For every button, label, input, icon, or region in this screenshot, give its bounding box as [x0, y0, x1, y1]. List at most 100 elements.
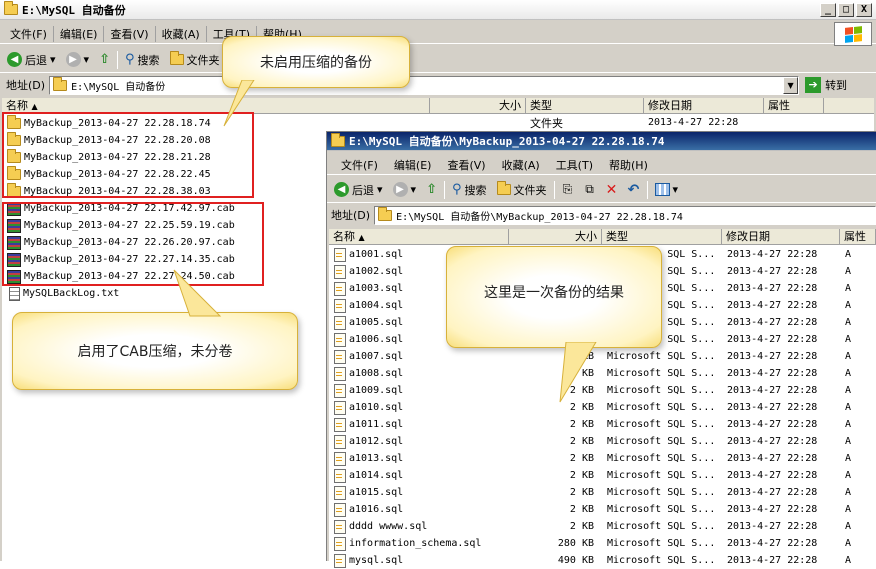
file-type-cell: Microsoft SQL S... — [607, 351, 716, 362]
folders-button[interactable]: 文件夹 — [494, 181, 550, 198]
list-item-txt[interactable]: MySQLBackLog.txt — [9, 285, 119, 302]
chevron-down-icon[interactable]: ▾ — [411, 183, 417, 196]
column-name[interactable]: 名称 ▲ — [2, 98, 430, 113]
go-arrow-icon: ➔ — [805, 77, 822, 93]
highlight-folders-box — [2, 112, 254, 198]
sql-file-icon — [334, 400, 346, 415]
views-icon — [654, 183, 670, 196]
file-name-cell: a1014.sql — [329, 468, 509, 483]
back-button[interactable]: ◀ 后退 ▾ — [4, 52, 59, 68]
search-button[interactable]: ⚲ 搜索 — [122, 52, 163, 68]
sql-file-icon — [334, 434, 346, 449]
menu-file[interactable]: 文件(F) — [4, 25, 54, 42]
column-size[interactable]: 大小 — [509, 229, 602, 244]
column-date[interactable]: 修改日期 — [722, 229, 840, 244]
list-item-sql[interactable]: a1014.sql 2 KB Microsoft SQL S... 2013-4-27… — [329, 467, 876, 484]
list-item-sql[interactable]: a1016.sql 2 KB Microsoft SQL S... 2013-4-27… — [329, 501, 876, 518]
title-bar[interactable]: E:\MySQL 自动备份\MyBackup_2013-04-27 22.28.… — [327, 132, 876, 151]
file-size-cell: 280 KB — [557, 538, 594, 549]
delete-icon[interactable]: ✕ — [603, 182, 621, 198]
address-input[interactable]: E:\MySQL 自动备份\MyBackup_2013-04-27 22.28.… — [374, 205, 876, 225]
menu-file[interactable]: 文件(F) — [333, 157, 386, 173]
list-item-sql[interactable]: a1011.sql 2 KB Microsoft SQL S... 2013-4-27… — [329, 416, 876, 433]
close-button[interactable]: X — [856, 3, 872, 17]
window-title: E:\MySQL 自动备份\MyBackup_2013-04-27 22.28.… — [349, 135, 665, 148]
menu-view[interactable]: 查看(V) — [439, 157, 493, 173]
column-type[interactable]: 类型 — [526, 98, 644, 113]
file-attr-cell: A — [845, 487, 852, 498]
callout-tail — [559, 342, 597, 403]
maximize-button[interactable]: □ — [838, 3, 854, 17]
undo-icon[interactable]: ↶ — [625, 182, 643, 198]
list-item-sql[interactable]: information_schema.sql 280 KB Microsoft SQ… — [329, 535, 876, 552]
column-type[interactable]: 类型 — [602, 229, 722, 244]
sql-file-icon — [334, 315, 346, 330]
file-date-cell: 2013-4-27 22:28 — [727, 266, 818, 277]
title-bar[interactable]: E:\MySQL 自动备份 _ □ X — [0, 0, 876, 20]
file-type-cell: Microsoft SQL S... — [607, 402, 716, 413]
forward-button[interactable]: ▶ ▾ — [390, 182, 420, 197]
file-type-cell: Microsoft SQL S... — [607, 504, 716, 515]
goto-button[interactable]: ➔ 转到 — [805, 77, 847, 93]
address-bar: 地址(D) E:\MySQL 自动备份\MyBackup_2013-04-27 … — [327, 203, 876, 227]
sql-file-icon — [334, 536, 346, 551]
file-name-cell: information_schema.sql — [329, 536, 509, 551]
file-size-cell: 2 KB — [569, 436, 594, 447]
column-name[interactable]: 名称 ▲ — [329, 229, 509, 244]
menu-favorites[interactable]: 收藏(A) — [494, 157, 548, 173]
menu-view[interactable]: 查看(V) — [104, 25, 156, 42]
folders-button[interactable]: 文件夹 — [167, 51, 223, 68]
move-to-icon[interactable]: ⎘ — [559, 182, 577, 197]
file-date-cell: 2013-4-27 22:28 — [727, 300, 818, 311]
chevron-down-icon[interactable]: ▾ — [377, 183, 383, 196]
file-attr-cell: A — [845, 402, 852, 413]
column-attributes[interactable]: 属性 — [764, 98, 824, 113]
file-attr-cell: A — [845, 538, 852, 549]
views-button[interactable]: ▾ — [652, 183, 682, 196]
list-item-sql[interactable]: dddd wwww.sql 2 KB Microsoft SQL S... 2013-… — [329, 518, 876, 535]
folder-icon — [331, 132, 345, 147]
column-size[interactable]: 大小 — [430, 98, 526, 113]
back-label: 后退 — [25, 53, 47, 67]
list-item-sql[interactable]: a1013.sql 2 KB Microsoft SQL S... 2013-4-27… — [329, 450, 876, 467]
chevron-down-icon[interactable]: ▾ — [84, 53, 90, 66]
file-name-cell: a1013.sql — [329, 451, 509, 466]
forward-button[interactable]: ▶ ▾ — [63, 52, 93, 67]
chevron-down-icon[interactable]: ▼ — [783, 76, 799, 94]
folder-icon — [378, 206, 393, 221]
forward-arrow-icon: ▶ — [392, 182, 408, 197]
column-attributes[interactable]: 属性 — [840, 229, 876, 244]
chevron-down-icon[interactable]: ▾ — [50, 53, 56, 66]
file-date-cell: 2013-4-27 22:28 — [727, 402, 818, 413]
file-date-cell: 2013-4-27 22:28 — [727, 470, 818, 481]
menu-tools[interactable]: 工具(T) — [548, 157, 601, 173]
folder-icon — [169, 51, 184, 65]
menu-edit[interactable]: 编辑(E) — [54, 25, 105, 42]
search-button[interactable]: ⚲ 搜索 — [449, 182, 490, 198]
copy-to-icon[interactable]: ⧉ — [581, 182, 599, 197]
column-date[interactable]: 修改日期 — [644, 98, 764, 113]
menu-help[interactable]: 帮助(H) — [601, 157, 656, 173]
minimize-button[interactable]: _ — [820, 3, 836, 17]
search-icon: ⚲ — [124, 52, 135, 67]
back-button[interactable]: ◀ 后退 ▾ — [331, 182, 386, 198]
callout-text: 未启用压缩的备份 — [260, 55, 372, 71]
menu-favorites[interactable]: 收藏(A) — [156, 25, 207, 42]
up-folder-button[interactable]: ⇧ — [423, 182, 440, 197]
file-type-cell: Microsoft SQL S... — [607, 385, 716, 396]
sql-file-icon — [334, 332, 346, 347]
sql-file-icon — [334, 485, 346, 500]
sql-file-icon — [334, 383, 346, 398]
file-attr-cell: A — [845, 470, 852, 481]
toolbar-separator — [116, 50, 118, 69]
up-folder-button[interactable]: ⇧ — [96, 52, 113, 67]
file-attr-cell: A — [845, 300, 852, 311]
list-item-sql[interactable]: a1012.sql 2 KB Microsoft SQL S... 2013-4-27… — [329, 433, 876, 450]
file-attr-cell: A — [845, 266, 852, 277]
file-date-cell: 2013-4-27 22:28 — [727, 351, 818, 362]
menu-edit[interactable]: 编辑(E) — [386, 157, 440, 173]
address-input[interactable]: E:\MySQL 自动备份 ▼ — [49, 75, 800, 95]
file-date-cell: 2013-4-27 22:28 — [727, 419, 818, 430]
file-size-cell: 2 KB — [569, 453, 594, 464]
list-item-sql[interactable]: a1015.sql 2 KB Microsoft SQL S... 2013-4-27… — [329, 484, 876, 501]
